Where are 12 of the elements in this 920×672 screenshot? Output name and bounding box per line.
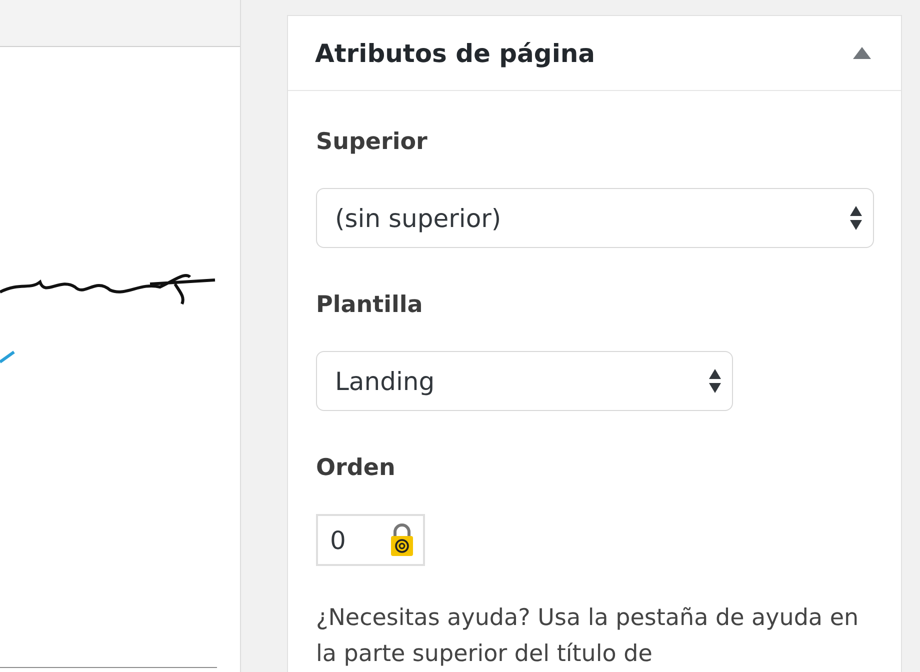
field-label: Orden [316, 454, 396, 483]
select-field[interactable]: Landing [316, 351, 733, 411]
select-field[interactable]: (sin superior) [316, 188, 874, 248]
field-label: Plantilla [316, 291, 424, 320]
help-text: ¿Necesitas ayuda? Usa la pestaña de ayuda en la parte superior del título de [316, 604, 860, 669]
input-field[interactable]: 0 [316, 514, 425, 566]
padlock-icon [389, 523, 415, 557]
field-label: Superior [316, 128, 428, 157]
dropdown-arrows-icon [849, 205, 863, 231]
dropdown-arrows-icon [708, 368, 722, 394]
panel-title: Atributos de página [315, 38, 596, 68]
collapse-toggle[interactable] [853, 47, 871, 59]
